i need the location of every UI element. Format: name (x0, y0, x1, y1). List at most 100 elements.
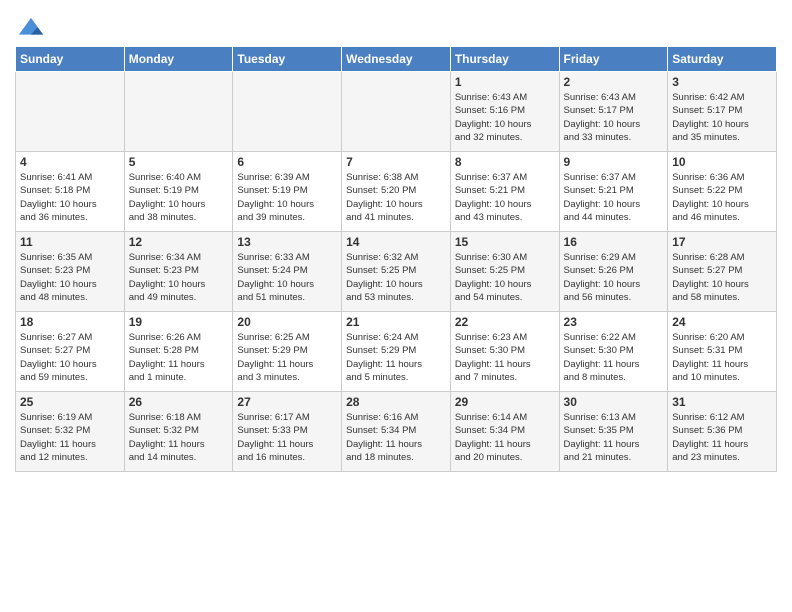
day-number: 23 (564, 315, 664, 329)
day-info: Sunrise: 6:40 AM Sunset: 5:19 PM Dayligh… (129, 171, 229, 224)
day-info: Sunrise: 6:43 AM Sunset: 5:16 PM Dayligh… (455, 91, 555, 144)
day-info: Sunrise: 6:43 AM Sunset: 5:17 PM Dayligh… (564, 91, 664, 144)
day-info: Sunrise: 6:29 AM Sunset: 5:26 PM Dayligh… (564, 251, 664, 304)
day-info: Sunrise: 6:39 AM Sunset: 5:19 PM Dayligh… (237, 171, 337, 224)
day-info: Sunrise: 6:23 AM Sunset: 5:30 PM Dayligh… (455, 331, 555, 384)
calendar-cell: 19 Sunrise: 6:26 AM Sunset: 5:28 PM Dayli… (124, 312, 233, 392)
col-header-tuesday: Tuesday (233, 47, 342, 72)
calendar-cell: 25Sunrise: 6:19 AM Sunset: 5:32 PM Dayli… (16, 392, 125, 472)
day-number: 3 (672, 75, 772, 89)
day-info: Sunrise: 6:36 AM Sunset: 5:22 PM Dayligh… (672, 171, 772, 224)
day-number: 17 (672, 235, 772, 249)
day-number: 4 (20, 155, 120, 169)
day-number: 15 (455, 235, 555, 249)
day-number: 7 (346, 155, 446, 169)
col-header-monday: Monday (124, 47, 233, 72)
calendar-cell: 30 Sunrise: 6:13 AM Sunset: 5:35 PM Dayli… (559, 392, 668, 472)
calendar-cell: 20 Sunrise: 6:25 AM Sunset: 5:29 PM Dayli… (233, 312, 342, 392)
day-number: 28 (346, 395, 446, 409)
day-number: 26 (129, 395, 229, 409)
logo (15, 16, 45, 38)
day-number: 21 (346, 315, 446, 329)
day-number: 11 (20, 235, 120, 249)
calendar-cell: 2 Sunrise: 6:43 AM Sunset: 5:17 PM Daylig… (559, 72, 668, 152)
day-number: 31 (672, 395, 772, 409)
calendar-cell: 4 Sunrise: 6:41 AM Sunset: 5:18 PM Daylig… (16, 152, 125, 232)
day-info: Sunrise: 6:37 AM Sunset: 5:21 PM Dayligh… (455, 171, 555, 224)
calendar-cell (16, 72, 125, 152)
header (15, 10, 777, 38)
day-info: Sunrise: 6:20 AM Sunset: 5:31 PM Dayligh… (672, 331, 772, 384)
day-info: Sunrise: 6:24 AM Sunset: 5:29 PM Dayligh… (346, 331, 446, 384)
week-row-1: 1 Sunrise: 6:43 AM Sunset: 5:16 PM Daylig… (16, 72, 777, 152)
day-info: Sunrise: 6:37 AM Sunset: 5:21 PM Dayligh… (564, 171, 664, 224)
calendar-cell: 7Sunrise: 6:38 AM Sunset: 5:20 PM Daylig… (342, 152, 451, 232)
day-info: Sunrise: 6:32 AM Sunset: 5:25 PM Dayligh… (346, 251, 446, 304)
day-info: Sunrise: 6:12 AM Sunset: 5:36 PM Dayligh… (672, 411, 772, 464)
calendar-cell: 24 Sunrise: 6:20 AM Sunset: 5:31 PM Dayli… (668, 312, 777, 392)
calendar-cell: 5 Sunrise: 6:40 AM Sunset: 5:19 PM Daylig… (124, 152, 233, 232)
day-info: Sunrise: 6:26 AM Sunset: 5:28 PM Dayligh… (129, 331, 229, 384)
calendar-cell (124, 72, 233, 152)
day-info: Sunrise: 6:34 AM Sunset: 5:23 PM Dayligh… (129, 251, 229, 304)
day-number: 24 (672, 315, 772, 329)
calendar-cell: 9Sunrise: 6:37 AM Sunset: 5:21 PM Daylig… (559, 152, 668, 232)
day-info: Sunrise: 6:14 AM Sunset: 5:34 PM Dayligh… (455, 411, 555, 464)
calendar-cell: 11 Sunrise: 6:35 AM Sunset: 5:23 PM Dayli… (16, 232, 125, 312)
day-info: Sunrise: 6:25 AM Sunset: 5:29 PM Dayligh… (237, 331, 337, 384)
week-row-2: 4 Sunrise: 6:41 AM Sunset: 5:18 PM Daylig… (16, 152, 777, 232)
calendar-cell: 14 Sunrise: 6:32 AM Sunset: 5:25 PM Dayli… (342, 232, 451, 312)
day-info: Sunrise: 6:13 AM Sunset: 5:35 PM Dayligh… (564, 411, 664, 464)
day-info: Sunrise: 6:27 AM Sunset: 5:27 PM Dayligh… (20, 331, 120, 384)
calendar-cell: 1 Sunrise: 6:43 AM Sunset: 5:16 PM Daylig… (450, 72, 559, 152)
calendar-cell: 23 Sunrise: 6:22 AM Sunset: 5:30 PM Dayli… (559, 312, 668, 392)
calendar-cell: 17Sunrise: 6:28 AM Sunset: 5:27 PM Dayli… (668, 232, 777, 312)
calendar-cell: 10 Sunrise: 6:36 AM Sunset: 5:22 PM Dayli… (668, 152, 777, 232)
calendar-cell (342, 72, 451, 152)
day-info: Sunrise: 6:41 AM Sunset: 5:18 PM Dayligh… (20, 171, 120, 224)
calendar-cell: 15Sunrise: 6:30 AM Sunset: 5:25 PM Dayli… (450, 232, 559, 312)
day-number: 20 (237, 315, 337, 329)
day-info: Sunrise: 6:18 AM Sunset: 5:32 PM Dayligh… (129, 411, 229, 464)
calendar-cell: 28Sunrise: 6:16 AM Sunset: 5:34 PM Dayli… (342, 392, 451, 472)
day-number: 8 (455, 155, 555, 169)
day-number: 27 (237, 395, 337, 409)
day-number: 14 (346, 235, 446, 249)
calendar-cell: 27 Sunrise: 6:17 AM Sunset: 5:33 PM Dayli… (233, 392, 342, 472)
calendar-cell (233, 72, 342, 152)
col-header-wednesday: Wednesday (342, 47, 451, 72)
day-number: 5 (129, 155, 229, 169)
calendar-cell: 12 Sunrise: 6:34 AM Sunset: 5:23 PM Dayli… (124, 232, 233, 312)
col-header-saturday: Saturday (668, 47, 777, 72)
week-row-3: 11 Sunrise: 6:35 AM Sunset: 5:23 PM Dayli… (16, 232, 777, 312)
calendar-cell: 6Sunrise: 6:39 AM Sunset: 5:19 PM Daylig… (233, 152, 342, 232)
col-header-friday: Friday (559, 47, 668, 72)
day-number: 29 (455, 395, 555, 409)
day-number: 2 (564, 75, 664, 89)
day-info: Sunrise: 6:35 AM Sunset: 5:23 PM Dayligh… (20, 251, 120, 304)
day-number: 12 (129, 235, 229, 249)
col-header-thursday: Thursday (450, 47, 559, 72)
day-number: 1 (455, 75, 555, 89)
col-header-sunday: Sunday (16, 47, 125, 72)
day-info: Sunrise: 6:42 AM Sunset: 5:17 PM Dayligh… (672, 91, 772, 144)
day-info: Sunrise: 6:33 AM Sunset: 5:24 PM Dayligh… (237, 251, 337, 304)
day-info: Sunrise: 6:22 AM Sunset: 5:30 PM Dayligh… (564, 331, 664, 384)
day-info: Sunrise: 6:19 AM Sunset: 5:32 PM Dayligh… (20, 411, 120, 464)
calendar-cell: 22 Sunrise: 6:23 AM Sunset: 5:30 PM Dayli… (450, 312, 559, 392)
calendar-cell: 3 Sunrise: 6:42 AM Sunset: 5:17 PM Daylig… (668, 72, 777, 152)
day-number: 16 (564, 235, 664, 249)
day-number: 10 (672, 155, 772, 169)
day-number: 30 (564, 395, 664, 409)
week-row-5: 25Sunrise: 6:19 AM Sunset: 5:32 PM Dayli… (16, 392, 777, 472)
calendar-cell: 31 Sunrise: 6:12 AM Sunset: 5:36 PM Dayli… (668, 392, 777, 472)
day-number: 19 (129, 315, 229, 329)
week-row-4: 18 Sunrise: 6:27 AM Sunset: 5:27 PM Dayli… (16, 312, 777, 392)
calendar-cell: 16 Sunrise: 6:29 AM Sunset: 5:26 PM Dayli… (559, 232, 668, 312)
calendar-table: SundayMondayTuesdayWednesdayThursdayFrid… (15, 46, 777, 472)
day-number: 22 (455, 315, 555, 329)
day-number: 13 (237, 235, 337, 249)
day-info: Sunrise: 6:17 AM Sunset: 5:33 PM Dayligh… (237, 411, 337, 464)
calendar-cell: 21 Sunrise: 6:24 AM Sunset: 5:29 PM Dayli… (342, 312, 451, 392)
day-number: 18 (20, 315, 120, 329)
